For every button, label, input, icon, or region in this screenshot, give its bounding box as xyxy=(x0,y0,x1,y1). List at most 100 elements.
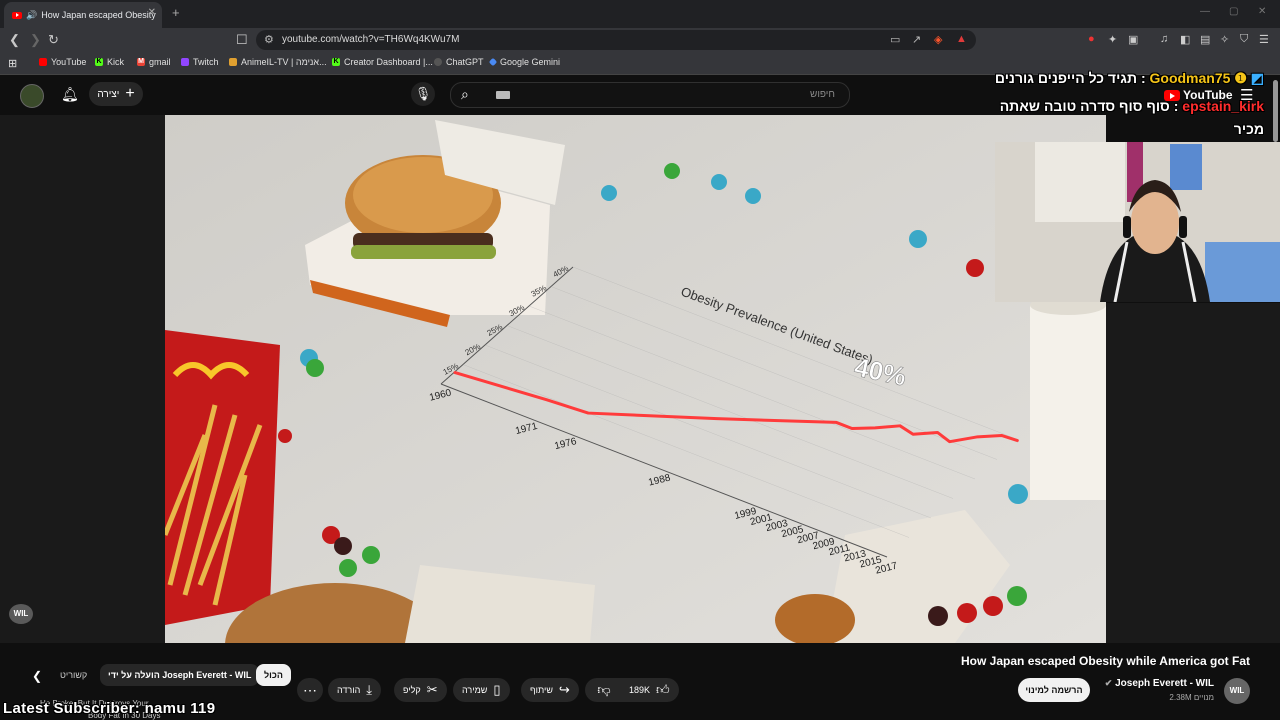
stream-chat-overlay: תגיד כל הייפנים גורנים : Goodman75 ❶ ◩ ס… xyxy=(984,70,1264,137)
bookmark-twitch[interactable]: Twitch xyxy=(181,57,219,67)
browser-tab-bar: 🔊 How Japan escaped Obesity ✕ + — ▢ ✕ xyxy=(0,0,1280,28)
kick-icon: K xyxy=(332,58,340,66)
bookmark-gemini[interactable]: Google Gemini xyxy=(488,57,560,67)
like-button[interactable]: 189K 👍︎ xyxy=(620,678,679,702)
plus-icon: + xyxy=(125,85,135,102)
url-text[interactable]: youtube.com/watch?v=TH6Wq4KWu7M xyxy=(282,34,459,45)
chat-line-1: תגיד כל הייפנים גורנים : Goodman75 ❶ ◩ xyxy=(994,70,1264,86)
keyboard-icon[interactable] xyxy=(496,91,510,99)
minimize-button[interactable]: — xyxy=(1200,6,1210,17)
more-actions-button[interactable]: ⋯ xyxy=(297,678,323,702)
search-input[interactable]: חיפוש xyxy=(810,89,835,100)
download-icon: ⤓ xyxy=(366,682,373,697)
left-dark-area xyxy=(0,115,165,643)
chart-data-point xyxy=(1017,439,1019,442)
extensions-icon[interactable]: ✦ xyxy=(1108,33,1117,46)
youtube-icon xyxy=(39,58,47,66)
channel-watermark-badge: WIL xyxy=(9,604,33,624)
notifications-bell-icon[interactable]: 🔔︎ xyxy=(61,86,79,103)
save-button[interactable]: שמירה ▯ xyxy=(453,678,510,702)
chart-data-point xyxy=(912,433,914,436)
dislike-button[interactable]: 👎︎ xyxy=(585,678,623,702)
bookmark-chatgpt[interactable]: ChatGPT xyxy=(434,57,484,67)
new-tab-button[interactable]: + xyxy=(172,5,180,20)
record-extension-icon[interactable]: ● xyxy=(1088,33,1095,45)
more-icon: ⋯ xyxy=(303,681,317,698)
subscribe-button[interactable]: הרשמה למינוי xyxy=(1018,678,1090,702)
close-tab-icon[interactable]: ✕ xyxy=(148,7,156,18)
bookmark-kick[interactable]: K Kick xyxy=(95,57,124,67)
media-icon[interactable]: ♫ xyxy=(1160,33,1168,45)
channel-name[interactable]: ✔ Joseph Everett - WIL xyxy=(1105,678,1214,689)
apps-grid-icon[interactable]: ⊞ xyxy=(8,57,17,70)
chip-related[interactable]: קשוריט xyxy=(52,664,95,686)
screenshot-icon[interactable]: ▣ xyxy=(1128,33,1138,46)
back-icon[interactable]: ❮ xyxy=(9,32,20,48)
reload-icon[interactable]: ↻ xyxy=(48,32,59,48)
kick-icon: K xyxy=(95,58,103,66)
chart-data-point xyxy=(453,371,456,374)
address-bar[interactable]: ⚙ youtube.com/watch?v=TH6Wq4KWu7M ▭ ↗ ◈ … xyxy=(256,30,976,50)
right-dark-area xyxy=(1106,303,1280,643)
twitch-icon xyxy=(181,58,189,66)
share-icon: ↪ xyxy=(558,682,570,697)
menu-icon[interactable]: ☰ xyxy=(1259,33,1269,46)
clip-button[interactable]: קליפ ✂ xyxy=(394,678,447,702)
chart-data-point xyxy=(716,417,718,420)
account-avatar[interactable] xyxy=(20,84,44,108)
vpn-icon[interactable]: ⛉ xyxy=(1240,33,1248,46)
chart-data-point xyxy=(546,399,548,401)
wallet-icon[interactable]: ▤ xyxy=(1200,33,1210,46)
cup-image xyxy=(1030,295,1106,500)
verified-icon: ✔ xyxy=(1104,678,1113,688)
chart-data-point xyxy=(587,412,589,414)
pin-icon: ◩ xyxy=(1250,70,1264,86)
subscriber-count: 2.38M מנויים xyxy=(1169,693,1214,702)
channel-avatar[interactable]: WIL xyxy=(1224,678,1250,704)
voice-search-mic-icon[interactable]: 🎙︎ xyxy=(411,82,435,106)
cast-icon[interactable]: ▭ xyxy=(890,33,900,46)
chart-data-point xyxy=(948,440,951,443)
maximize-button[interactable]: ▢ xyxy=(1229,6,1238,17)
gmail-icon: M xyxy=(137,58,145,66)
download-button[interactable]: הורדה ⤓ xyxy=(328,678,382,702)
forward-icon[interactable]: ❯ xyxy=(30,32,41,48)
share-page-icon[interactable]: ↗ xyxy=(912,33,921,46)
create-button[interactable]: יצירה + xyxy=(89,82,143,106)
bookmark-icon[interactable]: ☐ xyxy=(236,32,248,48)
bookmark-animeil[interactable]: AnimeIL-TV | אנימה... xyxy=(229,57,327,67)
chip-all[interactable]: הכול xyxy=(256,664,291,686)
chips-scroll-left-icon[interactable]: ❮ xyxy=(32,669,42,683)
youtube-logo-icon xyxy=(1164,89,1180,101)
youtube-logo[interactable]: YouTube xyxy=(1164,88,1233,102)
page-scrollbar[interactable] xyxy=(1273,80,1278,142)
search-box[interactable]: ⌕ חיפוש xyxy=(450,82,850,108)
youtube-favicon-icon xyxy=(12,11,22,19)
share-button[interactable]: שיתוף ↪ xyxy=(521,678,579,702)
webcam-image xyxy=(995,142,1280,302)
chart-data-point xyxy=(976,436,979,438)
close-window-button[interactable]: ✕ xyxy=(1258,6,1266,17)
bookmark-youtube[interactable]: YouTube xyxy=(39,57,86,67)
video-player[interactable]: 15% 20% 25% 30% 35% 40% 1960 1971 1976 1988 1999 20… xyxy=(165,115,1106,643)
chart-data-point xyxy=(874,427,876,429)
chip-uploaded-by[interactable]: הועלה על ידי Joseph Everett - WIL xyxy=(100,664,260,686)
chart-data-point xyxy=(1000,434,1003,437)
webcam-feed xyxy=(995,142,1280,302)
site-info-icon[interactable]: ⚙ xyxy=(264,33,274,46)
sidebar-icon[interactable]: ◧ xyxy=(1180,33,1190,46)
brave-shield-icon[interactable]: ◈ xyxy=(934,33,942,46)
browser-tab[interactable]: 🔊 How Japan escaped Obesity ✕ xyxy=(4,2,162,28)
chart-data-point xyxy=(851,427,853,430)
tab-title: How Japan escaped Obesity xyxy=(41,10,156,20)
thumbs-down-icon: 👎︎ xyxy=(597,682,611,697)
search-icon[interactable]: ⌕ xyxy=(461,86,469,103)
leo-ai-icon[interactable]: ✧ xyxy=(1220,33,1229,46)
chat-line-3: מכיר xyxy=(1233,121,1264,137)
audio-icon[interactable]: 🔊 xyxy=(26,10,37,21)
bookmark-creator-dashboard[interactable]: K Creator Dashboard |... xyxy=(332,57,433,67)
hamburger-menu-icon[interactable]: ☰ xyxy=(1240,86,1253,104)
brave-rewards-icon[interactable]: ▲ xyxy=(956,33,967,45)
video-frame: 15%20%25%30%35%40%1960197119761988199920… xyxy=(165,115,1106,643)
bookmark-gmail[interactable]: Mgmail xyxy=(137,57,171,67)
